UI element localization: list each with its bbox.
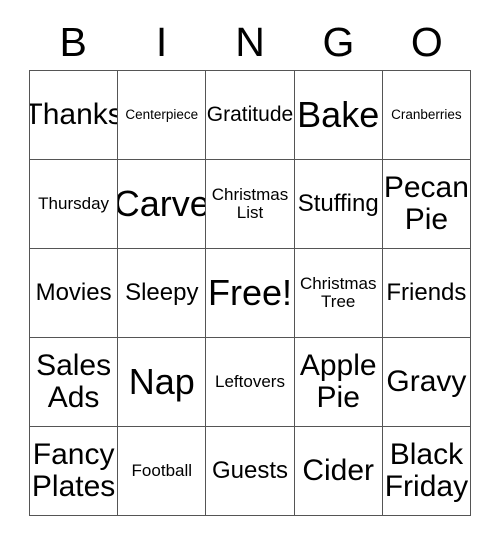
bingo-cell[interactable]: Gravy [382,338,471,427]
bingo-cell-label: Nap [128,360,195,402]
bingo-cell[interactable]: Bake [294,71,383,160]
bingo-cell-label: Thanks [30,97,119,131]
bingo-cell[interactable]: Apple Pie [294,338,383,427]
bingo-cell[interactable]: Fancy Plates [30,427,119,516]
bingo-cell-label: Pecan Pie [383,170,469,236]
bingo-cell-label: Carve [118,182,207,224]
bingo-cell[interactable]: Guests [206,427,295,516]
bingo-cell-label: Movies [35,279,112,307]
bingo-cell[interactable]: Leftovers [206,338,295,427]
bingo-cell[interactable]: Football [118,427,207,516]
bingo-card: B I N G O Thanks Centerpiece GratitudeBake… [0,0,500,544]
bingo-cell[interactable]: Thursday [30,160,119,249]
bingo-cell-label: Fancy Plates [31,437,116,503]
bingo-cell-label: Black Friday [384,437,469,503]
bingo-header-letter-o: O [410,18,443,65]
bingo-cell-label: Free! [207,271,293,313]
bingo-cell[interactable]: Christmas Tree [294,249,383,338]
bingo-cell[interactable]: Christmas List [206,160,295,249]
bingo-cell-label: Stuffing [297,190,379,218]
bingo-cell[interactable]: Pecan Pie [382,160,471,249]
bingo-cell-label: Thursday [38,193,110,213]
bingo-cell[interactable]: Sleepy [118,249,207,338]
bingo-cell-label: Guests [211,457,288,485]
bingo-cell[interactable]: Sales Ads [30,338,119,427]
bingo-cell[interactable]: Cider [294,427,383,516]
bingo-header-letter-n: N [235,18,265,65]
bingo-header-letter-i: I [155,18,168,65]
bingo-cell-label: Apple Pie [299,348,377,414]
bingo-cell-label: Christmas Tree [299,273,377,311]
bingo-cell[interactable]: Free! [206,249,295,338]
bingo-cell[interactable]: Carve [118,160,207,249]
bingo-cell-label: Centerpiece [125,106,199,122]
bingo-cell-label: Cider [302,453,375,487]
bingo-grid: Thanks Centerpiece GratitudeBake Cranberrie… [29,70,471,516]
bingo-cell[interactable]: Nap [118,338,207,427]
bingo-header-row: B I N G O [29,14,471,70]
bingo-cell[interactable]: Thanks [30,71,119,160]
bingo-cell-label: Cranberries [391,106,462,122]
bingo-cell-label: Gratitude [206,102,294,126]
bingo-cell-label: Christmas List [211,184,289,222]
bingo-cell-label: Leftovers [215,371,285,391]
bingo-cell[interactable]: Centerpiece [118,71,207,160]
bingo-cell[interactable]: Gratitude [206,71,295,160]
bingo-cell[interactable]: Black Friday [382,427,471,516]
bingo-cell-label: Gravy [386,364,467,398]
bingo-cell-label: Sleepy [125,279,199,307]
bingo-cell-label: Bake [297,93,380,135]
bingo-header-letter-g: G [322,18,355,65]
bingo-cell[interactable]: Stuffing [294,160,383,249]
bingo-header-letter-b: B [59,18,87,65]
bingo-cell-label: Sales Ads [36,348,112,414]
bingo-cell[interactable]: Cranberries [382,71,471,160]
bingo-cell-label: Friends [386,279,467,307]
bingo-cell[interactable]: Friends [382,249,471,338]
bingo-cell-label: Football [131,460,193,480]
bingo-cell[interactable]: Movies [30,249,119,338]
